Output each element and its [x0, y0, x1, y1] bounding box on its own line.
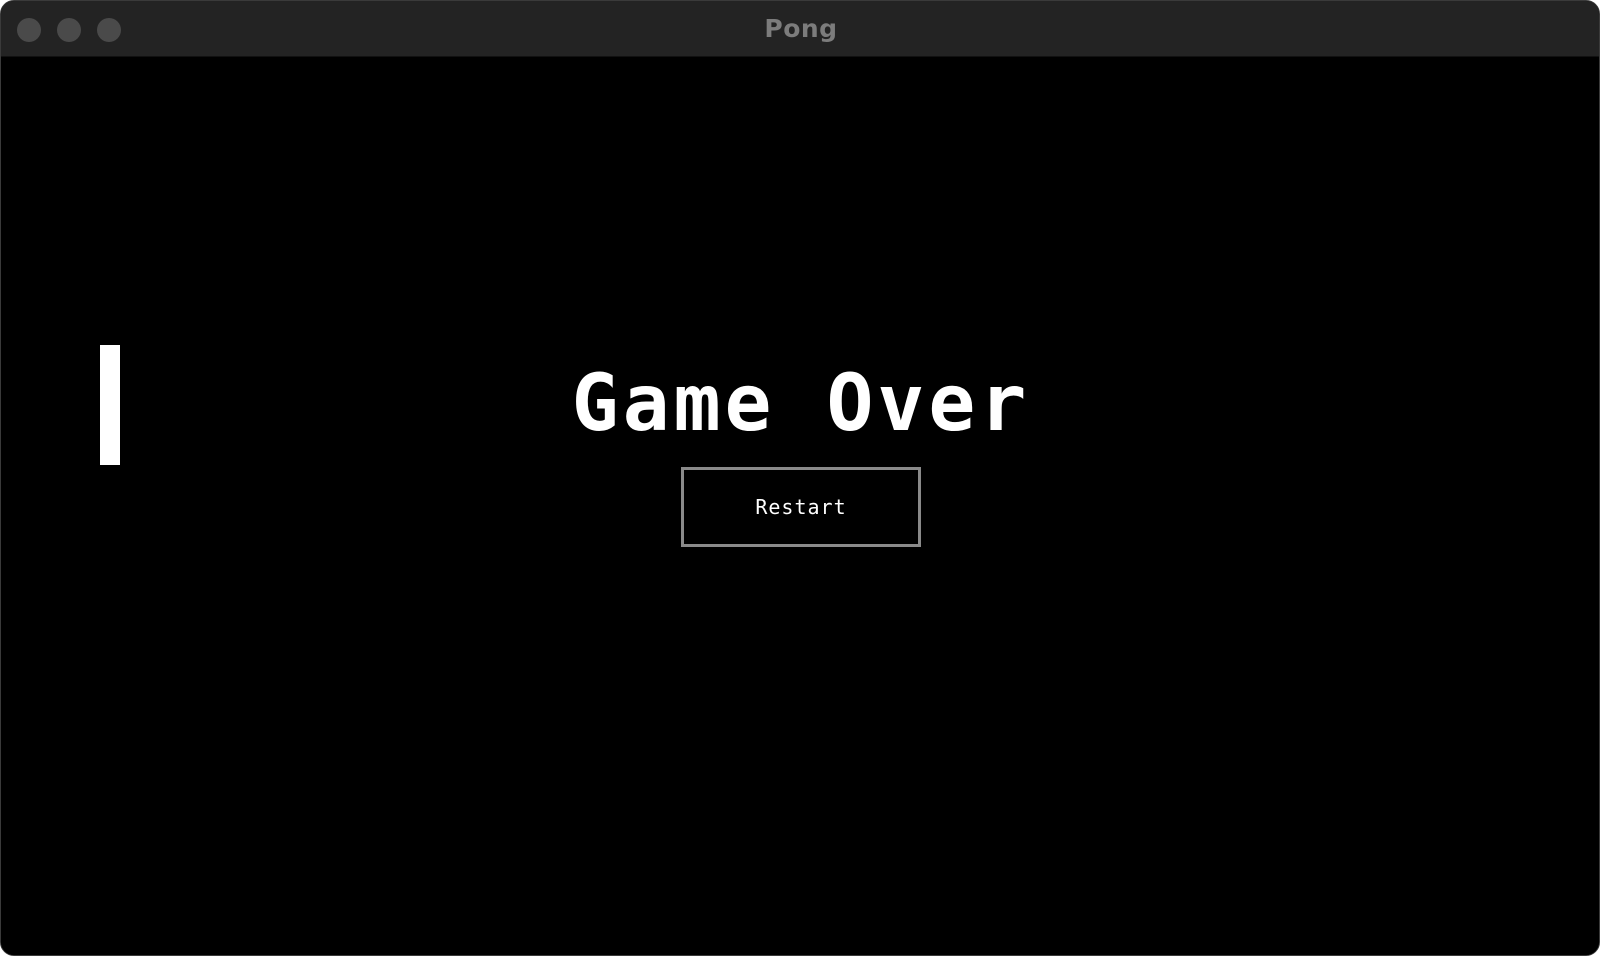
window-title: Pong	[764, 14, 838, 43]
title-bar[interactable]: Pong	[1, 1, 1599, 57]
left-paddle	[100, 345, 120, 465]
game-over-text: Game Over	[571, 359, 1031, 449]
restart-button[interactable]: Restart	[681, 467, 921, 547]
app-window: Pong Game Over Restart	[0, 0, 1600, 956]
game-canvas[interactable]: Game Over Restart	[1, 57, 1599, 955]
